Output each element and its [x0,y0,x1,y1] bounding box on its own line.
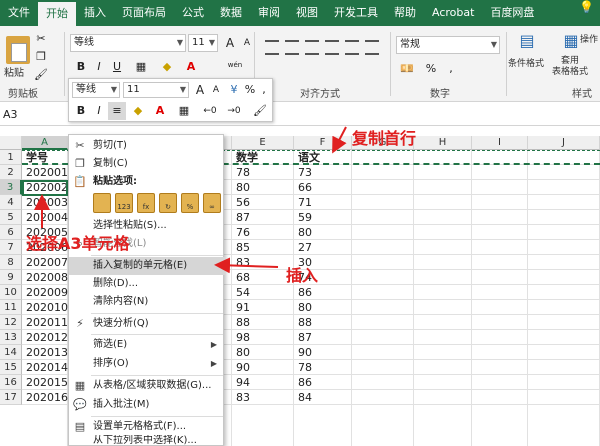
annotation-select-a3: 选择A3单元格 [26,234,130,253]
annotation-insert: 插入 [286,266,319,285]
annotation-arrows [34,126,347,274]
arrow-copy-first-row [332,126,347,154]
arrow-insert [214,257,279,274]
annotation-copy-first-row: 复制首行 [352,129,417,148]
